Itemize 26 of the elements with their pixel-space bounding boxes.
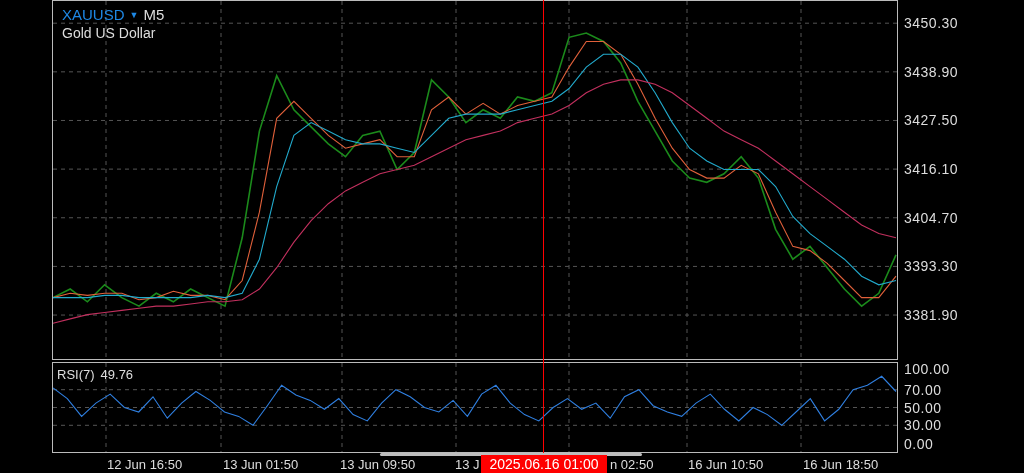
price-axis-label: 3438.90 bbox=[904, 63, 959, 80]
time-axis-label: n 02:50 bbox=[610, 457, 654, 472]
rsi-axis-label: 30.00 bbox=[904, 417, 942, 434]
price-axis-label: 3393.30 bbox=[904, 258, 959, 275]
timeframe-label: M5 bbox=[143, 6, 165, 23]
indicator-name: RSI(7) bbox=[57, 367, 95, 382]
rsi-axis-label: 0.00 bbox=[904, 436, 934, 452]
dropdown-caret-icon[interactable]: ▼ bbox=[129, 9, 139, 20]
price-axis-label: 3450.30 bbox=[904, 15, 959, 32]
price-axis-label: 3381.90 bbox=[904, 307, 959, 324]
time-axis-label: 13 Jun 09:50 bbox=[340, 457, 416, 472]
price-axis-label: 3427.50 bbox=[904, 112, 959, 129]
rsi-axis-label: 100.00 bbox=[904, 361, 950, 377]
symbol-ticker[interactable]: XAUUSD bbox=[62, 6, 125, 23]
crosshair-time-label: 2025.06.16 01:00 bbox=[481, 455, 607, 473]
time-axis-label: 16 Jun 18:50 bbox=[803, 457, 879, 472]
price-axis-label: 3404.70 bbox=[904, 209, 959, 226]
rsi-axis-label: 50.00 bbox=[904, 399, 942, 416]
price-axis-label: 3416.10 bbox=[904, 161, 959, 178]
time-axis-label: 13 J bbox=[455, 457, 480, 472]
indicator-value: 49.76 bbox=[100, 367, 134, 382]
time-axis-label: 12 Jun 16:50 bbox=[107, 457, 183, 472]
time-axis-label: 13 Jun 01:50 bbox=[223, 457, 299, 472]
symbol-description: Gold US Dollar bbox=[62, 25, 157, 41]
time-axis-label: 16 Jun 10:50 bbox=[688, 457, 764, 472]
rsi-axis-label: 70.00 bbox=[904, 381, 942, 398]
